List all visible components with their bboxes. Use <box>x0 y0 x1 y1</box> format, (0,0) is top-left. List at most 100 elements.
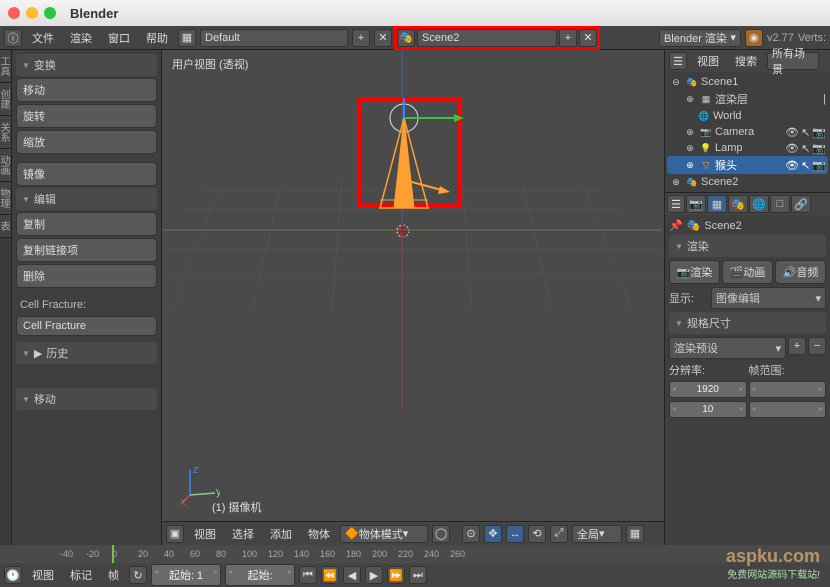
eye-icon[interactable]: 👁 <box>785 126 799 139</box>
panel-edit-header[interactable]: 编辑 <box>16 188 157 210</box>
menu-help[interactable]: 帮助 <box>140 28 174 48</box>
play-button[interactable]: ▶ <box>365 566 383 584</box>
pivot-button[interactable]: ⊙ <box>462 525 480 543</box>
button-mirror[interactable]: 镜像 <box>16 162 157 186</box>
engine-selector[interactable]: Blender 渲染▾ <box>659 29 741 47</box>
manipulator-toggle[interactable]: ✥ <box>484 525 502 543</box>
tl-menu-marker[interactable]: 标记 <box>64 565 98 585</box>
minimize-window-button[interactable] <box>26 7 38 19</box>
outliner-menu-search[interactable]: 搜索 <box>729 51 763 71</box>
tab-tools[interactable]: 工具 <box>0 50 11 83</box>
layout-selector[interactable] <box>200 29 348 47</box>
tab-object[interactable]: □ <box>770 195 790 213</box>
orientation-selector[interactable]: 全局 ▾ <box>572 525 622 543</box>
tab-renderlayers[interactable]: ▦ <box>707 195 727 213</box>
pin-icon[interactable]: 📌 <box>669 219 683 232</box>
vp-menu-object[interactable]: 物体 <box>302 524 336 544</box>
button-scale[interactable]: 缩放 <box>16 130 157 154</box>
vp-menu-select[interactable]: 选择 <box>226 524 260 544</box>
frame-start-field[interactable]: 起始: 1 <box>151 564 221 586</box>
timeline-ruler[interactable]: -40-20 020 4060 80100 120140 160180 2002… <box>0 545 830 563</box>
tl-sync-button[interactable]: ↻ <box>129 566 147 584</box>
panel-history-header[interactable]: ▶ 历史 <box>16 342 157 364</box>
button-duplicate-linked[interactable]: 复制链接项 <box>16 238 157 262</box>
outliner-menu-view[interactable]: 视图 <box>691 51 725 71</box>
info-editor-icon[interactable]: ⓘ <box>4 29 22 47</box>
layout-add-button[interactable]: + <box>352 29 370 47</box>
tree-row-scene2[interactable]: ⊕🎭Scene2 <box>667 174 828 190</box>
button-cell-fracture[interactable]: Cell Fracture <box>16 316 157 336</box>
viewport-3d[interactable]: 用户视图 (透视) <box>162 50 664 545</box>
eye-icon[interactable]: 👁 <box>785 159 799 172</box>
mode-selector[interactable]: 🔶 物体模式 ▾ <box>340 525 428 543</box>
tl-menu-view[interactable]: 视图 <box>26 565 60 585</box>
shading-button[interactable]: ◯ <box>432 525 450 543</box>
tab-world[interactable]: 🌐 <box>749 195 769 213</box>
scene-delete-button[interactable]: ✕ <box>579 29 597 47</box>
frame-end-field[interactable]: 起始: <box>225 564 295 586</box>
cursor-icon[interactable]: ↖ <box>801 159 810 172</box>
scene-browse-icon[interactable]: 🎭 <box>397 29 415 47</box>
preset-add-button[interactable]: + <box>788 337 806 355</box>
tree-row-lamp[interactable]: ⊕💡Lamp👁↖📷 <box>667 140 828 156</box>
layers-button[interactable]: ▦ <box>626 525 644 543</box>
maximize-window-button[interactable] <box>44 7 56 19</box>
button-render-audio[interactable]: 🔊音频 <box>775 260 826 284</box>
scene-name-input[interactable] <box>422 32 522 44</box>
outliner-editor-icon[interactable]: ☰ <box>669 52 687 70</box>
close-window-button[interactable] <box>8 7 20 19</box>
button-rotate[interactable]: 旋转 <box>16 104 157 128</box>
render-icon[interactable]: 📷 <box>812 126 826 139</box>
manipulator-translate[interactable]: ↔ <box>506 525 524 543</box>
camera-object[interactable] <box>362 90 482 220</box>
vp-menu-add[interactable]: 添加 <box>264 524 298 544</box>
framerange-end-field[interactable] <box>749 401 827 418</box>
resolution-y-field[interactable]: 10 <box>669 401 747 418</box>
layout-name-input[interactable] <box>205 32 305 44</box>
outliner-filter[interactable]: 所有场景 <box>767 52 819 70</box>
panel-transform-header[interactable]: 变换 <box>16 54 157 76</box>
menu-file[interactable]: 文件 <box>26 28 60 48</box>
resolution-x-field[interactable]: 1920 <box>669 381 747 398</box>
render-icon[interactable]: 📷 <box>812 159 826 172</box>
keyframe-prev-button[interactable]: ⏪ <box>321 566 339 584</box>
display-selector[interactable]: 图像编辑▾ <box>711 287 826 309</box>
jump-end-button[interactable]: ⏭ <box>409 566 427 584</box>
button-translate[interactable]: 移动 <box>16 78 157 102</box>
jump-start-button[interactable]: ⏮ <box>299 566 317 584</box>
tl-menu-frame[interactable]: 帧 <box>102 565 125 585</box>
viewport-editor-icon[interactable]: ▣ <box>166 525 184 543</box>
panel-move-header[interactable]: 移动 <box>16 388 157 410</box>
tab-animation[interactable]: 动画 <box>0 149 11 182</box>
button-render-image[interactable]: 📷渲染 <box>669 260 720 284</box>
keyframe-next-button[interactable]: ⏩ <box>387 566 405 584</box>
tree-row-monkey[interactable]: ⊕▽猴头👁↖📷 <box>667 156 828 174</box>
menu-render[interactable]: 渲染 <box>64 28 98 48</box>
panel-render-header[interactable]: 渲染 <box>669 235 826 257</box>
layout-browse-icon[interactable]: ▦ <box>178 29 196 47</box>
tab-table[interactable]: 表 <box>0 215 11 238</box>
framerange-start-field[interactable] <box>749 381 827 398</box>
tab-render[interactable]: 📷 <box>686 195 706 213</box>
button-duplicate[interactable]: 复制 <box>16 212 157 236</box>
play-reverse-button[interactable]: ◀ <box>343 566 361 584</box>
tree-row-renderlayer[interactable]: ⊕▦渲染层| <box>667 90 828 108</box>
tree-row-world[interactable]: 🌐World <box>667 108 828 124</box>
properties-editor-icon[interactable]: ☰ <box>667 195 685 213</box>
button-render-anim[interactable]: 🎬动画 <box>722 260 773 284</box>
timeline-editor-icon[interactable]: 🕐 <box>4 566 22 584</box>
cursor-icon[interactable]: ↖ <box>801 126 810 139</box>
cursor-icon[interactable]: ↖ <box>801 142 810 155</box>
manipulator-rotate[interactable]: ⟲ <box>528 525 546 543</box>
scene-selector[interactable] <box>417 29 557 47</box>
menu-window[interactable]: 窗口 <box>102 28 136 48</box>
preset-remove-button[interactable]: − <box>808 337 826 355</box>
vp-menu-view[interactable]: 视图 <box>188 524 222 544</box>
scene-add-button[interactable]: + <box>559 29 577 47</box>
manipulator-scale[interactable]: ⤢ <box>550 525 568 543</box>
render-icon[interactable]: 📷 <box>812 142 826 155</box>
render-preset-selector[interactable]: 渲染预设▾ <box>669 337 786 359</box>
tab-physics[interactable]: 物理 <box>0 182 11 215</box>
panel-dimensions-header[interactable]: 规格尺寸 <box>669 312 826 334</box>
layout-delete-button[interactable]: ✕ <box>374 29 392 47</box>
